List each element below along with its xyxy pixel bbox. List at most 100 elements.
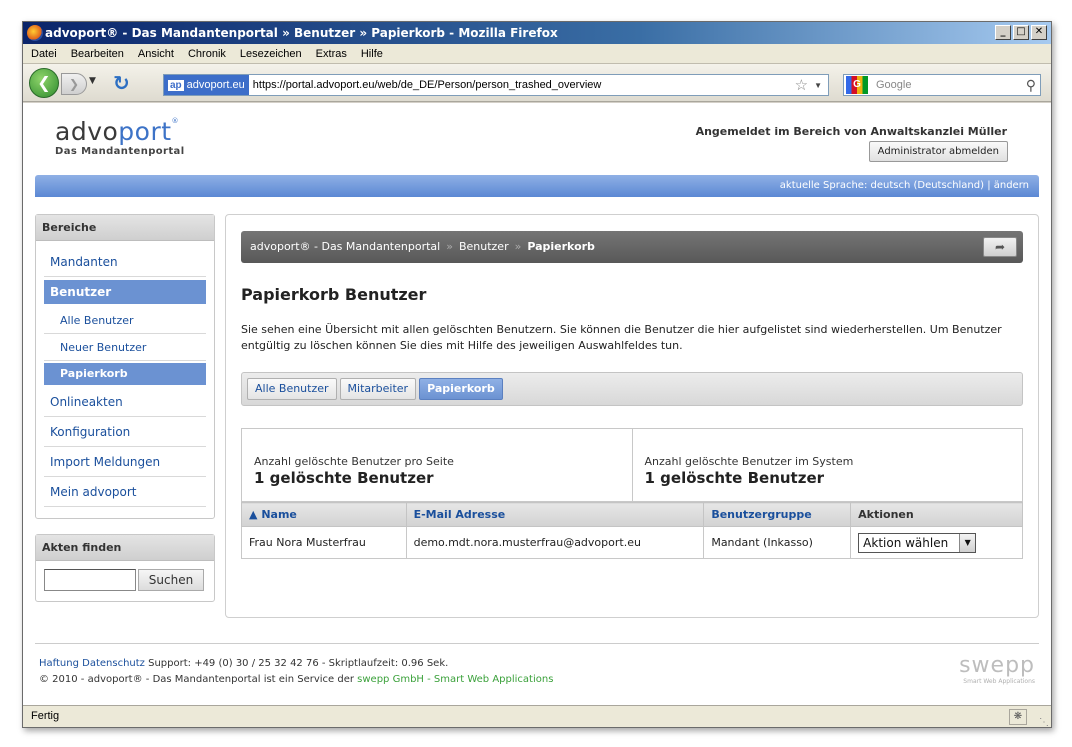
action-select-value: Aktion wählen — [863, 535, 949, 550]
sidebar-item-benutzer[interactable]: Benutzer — [44, 280, 206, 304]
menu-lesezeichen[interactable]: Lesezeichen — [240, 48, 302, 60]
resize-grip-icon[interactable]: ⋱ — [1039, 712, 1049, 727]
sidebar-item-onlineakten[interactable]: Onlineakten — [44, 387, 206, 417]
page-title: Papierkorb Benutzer — [241, 285, 427, 304]
intro-text: Sie sehen eine Übersicht mit allen gelös… — [241, 323, 1002, 352]
menu-bearbeiten[interactable]: Bearbeiten — [71, 48, 124, 60]
main-panel: advoport® - Das Mandantenportal » Benutzer… — [225, 214, 1039, 618]
action-select[interactable]: Aktion wählen ▼ — [858, 532, 977, 553]
brand-advo: advo — [55, 117, 119, 146]
window-title: advoport® - Das Mandantenportal » Benutz… — [45, 26, 558, 40]
tab-mitarbeiter[interactable]: Mitarbeiter — [339, 378, 417, 400]
footer-divider — [35, 643, 1039, 644]
url-dropdown-icon[interactable]: ▼ — [814, 81, 822, 90]
sidebar-item-import-meldungen[interactable]: Import Meldungen — [44, 447, 206, 477]
page-content: advoport® Das Mandantenportal Angemeldet… — [23, 103, 1051, 705]
url-bar[interactable]: ap advoport.eu https://portal.advoport.e… — [163, 74, 829, 96]
stat-label: Anzahl gelöschte Benutzer im System — [644, 455, 854, 468]
breadcrumb-separator: » — [514, 240, 522, 253]
logout-button[interactable]: Administrator abmelden — [868, 141, 1008, 162]
search-bar[interactable]: G Google ⚲ — [843, 74, 1041, 96]
title-bar: advoport® - Das Mandantenportal » Benutz… — [23, 22, 1051, 44]
menu-hilfe[interactable]: Hilfe — [361, 48, 383, 60]
back-arrow-icon: ❮ — [37, 73, 51, 92]
link-datenschutz[interactable]: Datenschutz — [82, 658, 145, 669]
language-bar[interactable]: aktuelle Sprache: deutsch (Deutschland) … — [35, 175, 1039, 197]
swepp-link[interactable]: swepp GmbH - Smart Web Applications — [357, 674, 553, 685]
table-row: Frau Nora Musterfrau demo.mdt.nora.muste… — [241, 526, 1023, 559]
status-text: Fertig — [31, 710, 60, 722]
back-button[interactable]: ❮ — [29, 68, 59, 98]
forward-arrow-icon: ❯ — [68, 77, 80, 91]
advoport-logo[interactable]: advoport® Das Mandantenportal — [55, 117, 185, 157]
status-bar: Fertig ❋ ⋱ — [23, 705, 1051, 727]
sidebar-item-konfiguration[interactable]: Konfiguration — [44, 417, 206, 447]
support-info: Support: +49 (0) 30 / 25 32 42 76 - Skri… — [148, 658, 449, 669]
sidebar-item-neuer-benutzer[interactable]: Neuer Benutzer — [44, 334, 206, 361]
maximize-button[interactable]: □ — [1013, 25, 1029, 40]
sort-asc-icon: ▲ — [249, 508, 258, 521]
addon-icon[interactable]: ❋ — [1009, 709, 1027, 725]
menu-chronik[interactable]: Chronik — [188, 48, 226, 60]
history-dropdown-icon[interactable]: ▼ — [89, 76, 96, 86]
sidebar-item-alle-benutzer[interactable]: Alle Benutzer — [44, 307, 206, 334]
column-email[interactable]: E-Mail Adresse — [405, 502, 705, 527]
brand-reg: ® — [171, 117, 180, 125]
trashed-users-table: ▲ Name E-Mail Adresse Benutzergruppe Akt… — [241, 502, 1023, 559]
sidebar-item-mein-advoport[interactable]: Mein advoport — [44, 477, 206, 507]
logo-subtitle: Das Mandantenportal — [55, 146, 185, 157]
tab-alle-benutzer[interactable]: Alle Benutzer — [247, 378, 337, 400]
search-engine-icon[interactable]: G — [846, 76, 868, 94]
window-controls: _ □ ✕ — [995, 25, 1047, 40]
cell-actions: Aktion wählen ▼ — [850, 526, 1023, 559]
login-info: Angemeldet im Bereich von Anwaltskanzlei… — [695, 125, 1007, 138]
breadcrumb: advoport® - Das Mandantenportal » Benutzer… — [241, 231, 1023, 263]
close-button[interactable]: ✕ — [1031, 25, 1047, 40]
column-group[interactable]: Benutzergruppe — [703, 502, 852, 527]
footer: Haftung Datenschutz Support: +49 (0) 30 … — [39, 656, 553, 688]
swepp-logo-word: swepp — [959, 653, 1035, 678]
menu-bar: Datei Bearbeiten Ansicht Chronik Lesezei… — [23, 44, 1051, 64]
find-files-button[interactable]: Suchen — [138, 569, 204, 591]
navigation-toolbar: ❮ ❯ ▼ ↻ ap advoport.eu https://portal.ad… — [23, 64, 1051, 102]
bookmark-star-icon[interactable]: ☆ — [795, 76, 808, 94]
swepp-logo-tag: Smart Web Applications — [963, 678, 1035, 685]
export-icon[interactable]: ➦ — [983, 237, 1017, 257]
minimize-button[interactable]: _ — [995, 25, 1011, 40]
breadcrumb-current: Papierkorb — [527, 240, 595, 253]
stat-per-page: Anzahl gelöschte Benutzer pro Seite 1 ge… — [242, 429, 632, 501]
find-files-input[interactable] — [44, 569, 136, 591]
menu-ansicht[interactable]: Ansicht — [138, 48, 174, 60]
find-files-box: Akten finden Suchen — [35, 534, 215, 602]
column-name[interactable]: ▲ Name — [241, 502, 407, 527]
breadcrumb-separator: » — [446, 240, 453, 253]
breadcrumb-home[interactable]: advoport® - Das Mandantenportal — [250, 240, 440, 253]
find-files-title: Akten finden — [36, 535, 214, 561]
menu-datei[interactable]: Datei — [31, 48, 57, 60]
sidebar-item-papierkorb[interactable]: Papierkorb — [44, 363, 206, 385]
copyright-text: © 2010 - advoport® - Das Mandantenportal… — [39, 674, 354, 685]
stat-value: 1 gelöschte Benutzer — [644, 469, 825, 487]
stat-in-system: Anzahl gelöschte Benutzer im System 1 ge… — [631, 429, 1023, 501]
url-input[interactable]: https://portal.advoport.eu/web/de_DE/Per… — [253, 79, 795, 91]
menu-extras[interactable]: Extras — [316, 48, 347, 60]
search-icon[interactable]: ⚲ — [1026, 77, 1036, 94]
site-badge: ap — [168, 79, 184, 91]
reload-icon[interactable]: ↻ — [113, 72, 130, 94]
swepp-logo[interactable]: swepp Smart Web Applications — [959, 653, 1035, 685]
cell-group: Mandant (Inkasso) — [703, 526, 852, 559]
link-haftung[interactable]: Haftung — [39, 658, 79, 669]
user-tabs: Alle Benutzer Mitarbeiter Papierkorb — [241, 372, 1023, 406]
tab-papierkorb[interactable]: Papierkorb — [419, 378, 503, 400]
sidebar-item-mandanten[interactable]: Mandanten — [44, 247, 206, 277]
site-identity-label: advoport.eu — [186, 79, 245, 91]
cell-name: Frau Nora Musterfrau — [241, 526, 407, 559]
search-input[interactable]: Google — [876, 79, 1026, 91]
table-header-row: ▲ Name E-Mail Adresse Benutzergruppe Akt… — [241, 502, 1023, 527]
site-identity[interactable]: ap advoport.eu — [164, 75, 249, 95]
breadcrumb-benutzer[interactable]: Benutzer — [459, 240, 509, 253]
stat-value: 1 gelöschte Benutzer — [254, 469, 434, 487]
sidebar-title: Bereiche — [36, 215, 214, 241]
chevron-down-icon: ▼ — [959, 533, 976, 552]
forward-button[interactable]: ❯ — [61, 73, 87, 95]
